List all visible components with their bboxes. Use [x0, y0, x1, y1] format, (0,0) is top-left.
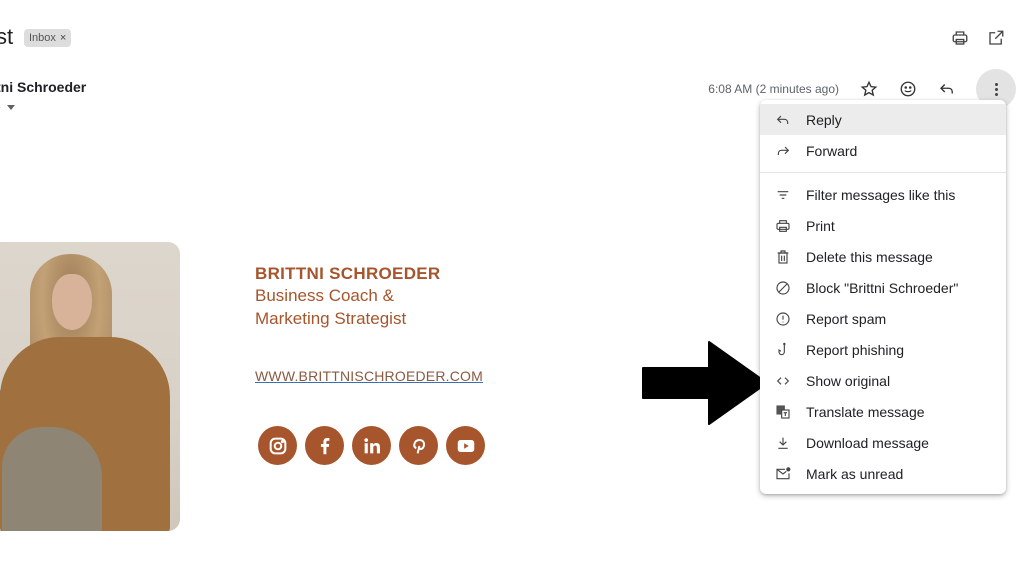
trash-icon [777, 249, 789, 264]
menu-item-label: Filter messages like this [806, 186, 956, 203]
print-all-button[interactable] [950, 28, 970, 48]
thread-toolbar [950, 28, 1006, 48]
menu-item-label: Block "Brittni Schroeder" [806, 279, 959, 296]
star-icon [860, 80, 878, 97]
instagram-icon [269, 437, 286, 454]
signature-website-link[interactable]: WWW.BRITTNISCHROEDER.COM [255, 368, 483, 384]
menu-item-label: Report phishing [806, 341, 905, 358]
message-timestamp: 6:08 AM (2 minutes ago) [708, 82, 839, 96]
filter-icon [777, 190, 789, 199]
report-spam-icon [776, 311, 790, 326]
menu-item-label: Report spam [806, 310, 887, 327]
menu-item-report-spam[interactable]: Report spam [760, 303, 1006, 334]
print-icon [776, 219, 790, 232]
reply-icon [940, 84, 953, 94]
print-icon [952, 31, 968, 45]
mark-unread-icon [776, 466, 791, 479]
reply-button[interactable] [937, 79, 957, 99]
add-reaction-button[interactable] [898, 79, 918, 99]
menu-item-download[interactable]: Download message [760, 427, 1006, 458]
menu-item-delete[interactable]: Delete this message [760, 241, 1006, 272]
menu-item-label: Forward [806, 142, 858, 159]
inbox-label-chip[interactable]: Inbox × [24, 29, 72, 47]
block-icon [776, 280, 790, 295]
signature-title-line1: Business Coach & [255, 286, 394, 305]
remove-label-icon[interactable]: × [60, 32, 66, 44]
menu-item-translate[interactable]: Translate message [760, 396, 1006, 427]
menu-item-forward[interactable]: Forward [760, 135, 1006, 166]
menu-item-label: Reply [806, 111, 842, 128]
code-icon [776, 376, 790, 385]
star-button[interactable] [859, 79, 879, 99]
recipient-details-toggle[interactable]: e [0, 100, 15, 114]
instagram-link[interactable] [258, 426, 297, 465]
menu-item-label: Download message [806, 434, 929, 451]
pinterest-link[interactable] [399, 426, 438, 465]
annotation-arrow [642, 341, 768, 425]
more-vertical-icon [994, 82, 998, 96]
email-subject: st [0, 24, 14, 49]
menu-item-show-original[interactable]: Show original [760, 365, 1006, 396]
open-in-new-window-icon [989, 30, 1004, 45]
chevron-down-icon [6, 104, 15, 110]
more-options-menu: Reply Forward Filter messages like this … [760, 100, 1006, 494]
inbox-label-text: Inbox [29, 32, 56, 44]
menu-item-label: Translate message [806, 403, 925, 420]
signature-photo [0, 242, 180, 531]
signature-title-line2: Marketing Strategist [255, 309, 407, 328]
youtube-link[interactable] [446, 426, 485, 465]
linkedin-icon [363, 437, 380, 453]
signature-name: BRITTNI SCHROEDER [255, 264, 441, 283]
menu-item-block-sender[interactable]: Block "Brittni Schroeder" [760, 272, 1006, 303]
menu-divider [760, 172, 1006, 173]
facebook-link[interactable] [305, 426, 344, 465]
menu-item-reply[interactable]: Reply [760, 104, 1006, 135]
sender-name[interactable]: tni Schroeder [0, 79, 86, 95]
linkedin-link[interactable] [352, 426, 391, 465]
forward-icon [777, 146, 790, 155]
emoji-reaction-icon [900, 81, 916, 97]
social-links [258, 426, 485, 465]
facebook-icon [320, 437, 329, 454]
download-icon [778, 437, 788, 449]
menu-item-report-phishing[interactable]: Report phishing [760, 334, 1006, 365]
translate-icon [776, 404, 790, 419]
menu-item-label: Mark as unread [806, 465, 904, 482]
phishing-hook-icon [778, 342, 786, 355]
youtube-icon [457, 439, 474, 452]
menu-item-label: Print [806, 217, 835, 234]
open-in-new-window-button[interactable] [986, 28, 1006, 48]
pinterest-icon [412, 438, 425, 454]
menu-item-label: Show original [806, 372, 891, 389]
menu-item-mark-unread[interactable]: Mark as unread [760, 458, 1006, 489]
email-signature: BRITTNI SCHROEDER Business Coach & Marke… [255, 264, 441, 330]
recipient-text: e [0, 100, 1, 114]
menu-item-print[interactable]: Print [760, 210, 1006, 241]
menu-item-filter-messages[interactable]: Filter messages like this [760, 179, 1006, 210]
menu-item-label: Delete this message [806, 248, 933, 265]
reply-icon [776, 115, 789, 124]
